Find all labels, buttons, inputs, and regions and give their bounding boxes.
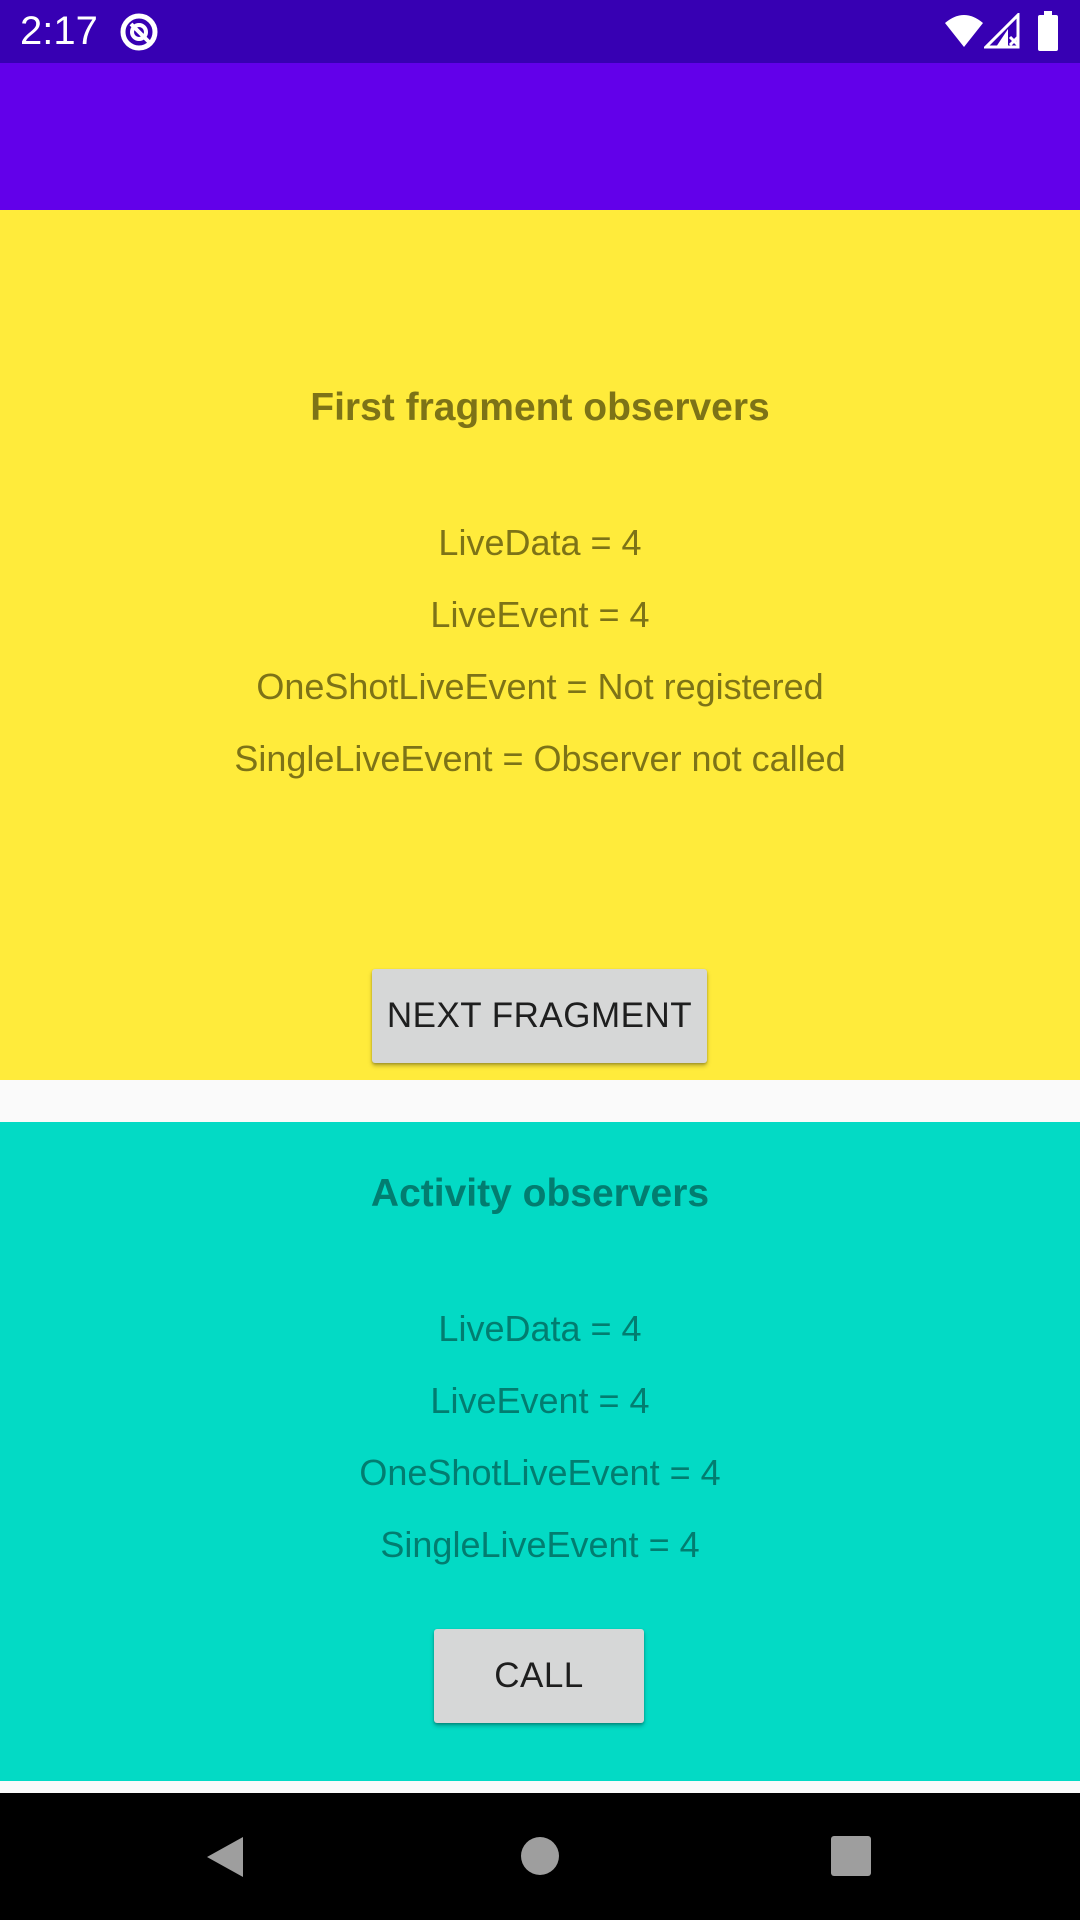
navigation-bar (0, 1793, 1080, 1920)
app-bar (0, 63, 1080, 210)
fragment-livedata-text: LiveData = 4 (438, 522, 642, 563)
call-button[interactable]: CALL (434, 1629, 644, 1723)
activity-livedata-text: LiveData = 4 (438, 1308, 642, 1349)
activity-panel: Activity observers LiveData = 4 LiveEven… (0, 1122, 1080, 1781)
fragment-singleliveevent-text: SingleLiveEvent = Observer not called (234, 738, 846, 779)
fragment-title: First fragment observers (310, 386, 770, 429)
app-screen: 2:17 First fragment observers LiveData =… (0, 0, 1080, 1920)
status-bar: 2:17 (0, 0, 1080, 63)
status-time: 2:17 (20, 9, 98, 53)
activity-title: Activity observers (370, 1172, 710, 1215)
recents-icon[interactable] (831, 1836, 871, 1876)
activity-liveevent-text: LiveEvent = 4 (430, 1380, 650, 1421)
fragment-panel: First fragment observers LiveData = 4 Li… (0, 210, 1080, 1080)
app-notification-icon (120, 13, 158, 51)
next-fragment-button[interactable]: NEXT FRAGMENT (372, 969, 707, 1063)
fragment-liveevent-text: LiveEvent = 4 (430, 594, 650, 635)
fragment-oneshotliveevent-text: OneShotLiveEvent = Not registered (256, 666, 824, 707)
activity-oneshotliveevent-text: OneShotLiveEvent = 4 (359, 1452, 721, 1493)
wifi-icon (945, 15, 983, 47)
home-icon[interactable] (520, 1836, 560, 1876)
activity-singleliveevent-text: SingleLiveEvent = 4 (380, 1524, 700, 1565)
cellular-signal-icon (984, 13, 1020, 49)
battery-icon (1038, 11, 1058, 51)
back-icon[interactable] (203, 1833, 247, 1881)
